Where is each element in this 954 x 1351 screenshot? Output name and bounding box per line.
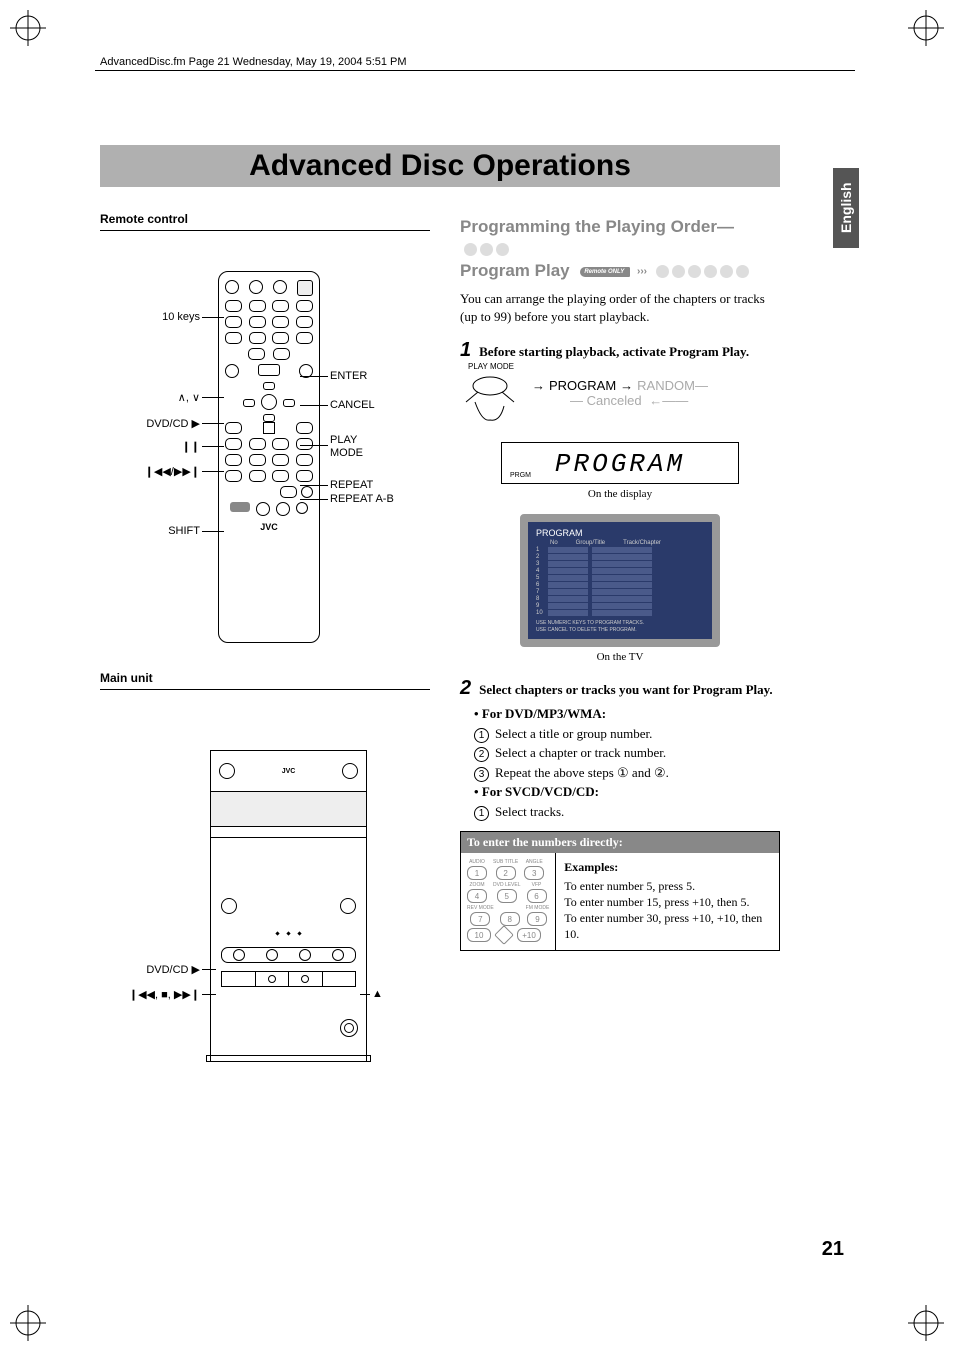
label-dvdcd: DVD/CD ▶	[100, 417, 200, 430]
label-enter: ENTER	[330, 370, 367, 382]
regmark-tl	[8, 8, 48, 48]
step2-sublist: • For DVD/MP3/WMA: 1Select a title or gr…	[474, 704, 780, 821]
kp-1: 1	[467, 866, 487, 880]
tv-h1: No	[550, 540, 558, 546]
section-line1: Programming the Playing Order—	[460, 217, 734, 236]
step2-num: 2	[460, 677, 471, 699]
cycle-program: PROGRAM	[549, 378, 616, 393]
regmark-tr	[906, 8, 946, 48]
regmark-br	[906, 1303, 946, 1343]
kp-lbl-dvdlvl: DVD LEVEL	[493, 882, 521, 889]
remote-only-badge: Remote ONLY	[580, 267, 630, 277]
step-2: 2 Select chapters or tracks you want for…	[460, 677, 780, 700]
kp-5: 5	[497, 889, 517, 903]
kp-7: 7	[470, 912, 490, 926]
label-10keys: 10 keys	[120, 311, 200, 323]
for-dvd: For DVD/MP3/WMA:	[482, 706, 606, 721]
section-title: Programming the Playing Order— Program P…	[460, 216, 780, 282]
tv-screen: PROGRAM NoGroup/TitleTrack/Chapter 1 2 3…	[520, 514, 720, 647]
keypad-diagram: AUDIO1 SUB TITLE2 ANGLE3 ZOOM4 DVD LEVEL…	[461, 853, 555, 950]
mu-label-transport: ❙◀◀, ■, ▶▶❙	[100, 988, 200, 1001]
label-cursor: ∧, ∨	[120, 391, 200, 404]
step1-text: Before starting playback, activate Progr…	[479, 344, 749, 359]
cycle-canceled: Canceled	[587, 393, 642, 408]
s2b: Select a chapter or track number.	[495, 745, 666, 760]
examples: Examples: To enter number 5, press 5. To…	[555, 853, 779, 950]
enter-header: To enter the numbers directly:	[461, 832, 779, 853]
label-playmode1: PLAY	[330, 434, 357, 446]
kp-8: 8	[500, 912, 520, 926]
kp-lbl-sub: SUB TITLE	[493, 859, 518, 866]
label-cancel: CANCEL	[330, 399, 375, 411]
label-skip: ❙◀◀/▶▶❙	[120, 465, 200, 478]
kp-9: 9	[527, 912, 547, 926]
language-tab: English	[833, 168, 859, 248]
lcd-prgm: PRGM	[510, 472, 531, 479]
kp-lbl-fm: FM MODE	[526, 905, 550, 912]
playmode-diagram: PLAY MODE →PROGRAM→RANDOM— — Canceled ←—…	[460, 372, 780, 434]
ex2: To enter number 15, press +10, then 5.	[564, 894, 771, 910]
s2d: Select tracks.	[495, 804, 564, 819]
step-1: 1 Before starting playback, activate Pro…	[460, 339, 780, 362]
signal-icon: ›››	[637, 265, 647, 278]
tv-foot2: USE CANCEL TO DELETE THE PROGRAM.	[536, 627, 704, 634]
kp-diamond	[494, 925, 514, 945]
caption-display: On the display	[460, 488, 780, 500]
kp-2: 2	[496, 866, 516, 880]
page-title: Advanced Disc Operations	[249, 149, 631, 183]
mu-label-eject: ▲	[372, 988, 383, 1000]
ex1: To enter number 5, press 5.	[564, 878, 771, 894]
kp-lbl-rev: REV MODE	[467, 905, 494, 912]
s2c: Repeat the above steps ① and ②.	[495, 765, 669, 780]
kp-lbl-zoom: ZOOM	[470, 882, 485, 889]
kp-lbl-angle: ANGLE	[526, 859, 543, 866]
tv-title: PROGRAM	[536, 528, 704, 538]
header-filename: AdvancedDisc.fm Page 21 Wednesday, May 1…	[100, 56, 407, 68]
hand-press-icon	[460, 372, 520, 437]
mode-btn-label: PLAY MODE	[468, 362, 514, 371]
ex3: To enter number 30, press +10, +10, then…	[564, 910, 771, 942]
mainunit-outline: JVC	[210, 750, 367, 1062]
remote-diagram: 10 keys ∧, ∨ DVD/CD ▶ ❙❙ ❙◀◀/▶▶❙ SHIFT E…	[100, 231, 430, 671]
tv-h2: Group/Title	[576, 540, 605, 546]
step1-num: 1	[460, 339, 471, 361]
kp-4: 4	[467, 889, 487, 903]
label-repeatab: REPEAT A-B	[330, 493, 394, 505]
lcd-text: PROGRAM	[510, 449, 730, 479]
divider	[100, 689, 430, 690]
section-line2: Program Play	[460, 261, 570, 280]
page-title-banner: Advanced Disc Operations	[100, 145, 780, 187]
caption-tv: On the TV	[460, 651, 780, 663]
remote-brand: JVC	[225, 522, 313, 532]
page-number: 21	[822, 1238, 844, 1261]
intro-text: You can arrange the playing order of the…	[460, 290, 780, 325]
kp-plus10: +10	[517, 928, 541, 942]
for-svcd: For SVCD/VCD/CD:	[482, 784, 599, 799]
label-shift: SHIFT	[120, 525, 200, 537]
remote-label: Remote control	[100, 212, 430, 226]
mainunit-label: Main unit	[100, 671, 430, 685]
kp-lbl-audio: AUDIO	[469, 859, 485, 866]
header-rule	[95, 70, 855, 71]
mainunit-diagram: DVD/CD ▶ ❙◀◀, ■, ▶▶❙ ▲ JVC	[100, 710, 430, 1130]
step2-text: Select chapters or tracks you want for P…	[479, 682, 773, 697]
label-playmode2: MODE	[330, 447, 363, 459]
examples-head: Examples:	[564, 859, 771, 875]
kp-lbl-vfp: VFP	[532, 882, 542, 889]
remote-outline: JVC	[218, 271, 320, 643]
kp-6: 6	[527, 889, 547, 903]
mu-label-dvdcd: DVD/CD ▶	[100, 963, 200, 976]
label-repeat: REPEAT	[330, 479, 373, 491]
tv-h3: Track/Chapter	[623, 540, 661, 546]
lcd-display: PROGRAM PRGM	[501, 442, 739, 484]
cycle-random: RANDOM	[637, 378, 695, 393]
s2a: Select a title or group number.	[495, 726, 652, 741]
kp-3: 3	[524, 866, 544, 880]
kp-10: 10	[467, 928, 491, 942]
regmark-bl	[8, 1303, 48, 1343]
label-pause: ❙❙	[120, 440, 200, 453]
enter-numbers-box: To enter the numbers directly: AUDIO1 SU…	[460, 831, 780, 951]
